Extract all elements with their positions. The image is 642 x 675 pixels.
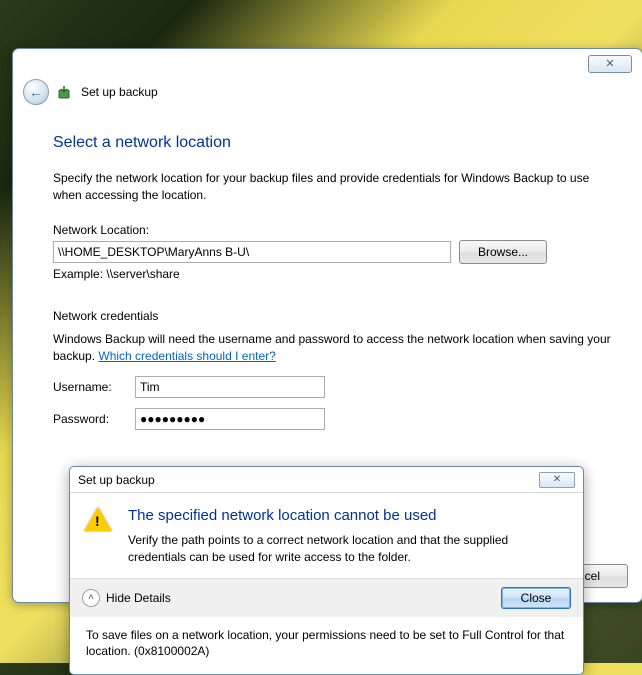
intro-text: Specify the network location for your ba… xyxy=(53,170,614,205)
password-label: Password: xyxy=(53,412,135,426)
password-input[interactable] xyxy=(135,408,325,430)
credentials-help-link[interactable]: Which credentials should I enter? xyxy=(98,349,275,363)
username-label: Username: xyxy=(53,380,135,394)
error-titlebar: Set up backup ✕ xyxy=(70,467,583,493)
content-area: Select a network location Specify the ne… xyxy=(53,134,614,430)
error-heading: The specified network location cannot be… xyxy=(128,507,567,524)
credentials-text: Windows Backup will need the username an… xyxy=(53,331,614,366)
error-close-x[interactable]: ✕ xyxy=(539,472,575,488)
example-text: Example: \\server\share xyxy=(53,267,614,281)
network-location-input[interactable] xyxy=(53,241,451,263)
close-button[interactable]: Close xyxy=(501,587,571,609)
browse-button[interactable]: Browse... xyxy=(459,240,547,264)
arrow-left-icon: ← xyxy=(29,84,43,100)
chevron-up-icon: ˄ xyxy=(82,589,100,607)
username-input[interactable] xyxy=(135,376,325,398)
password-row: Password: xyxy=(53,408,614,430)
titlebar: ← Set up backup xyxy=(23,79,158,105)
warning-icon xyxy=(84,507,114,566)
error-text: Verify the path points to a correct netw… xyxy=(128,532,567,566)
error-details: To save files on a network location, you… xyxy=(70,617,583,675)
window-close-button[interactable]: ✕ xyxy=(588,55,632,73)
location-row: Browse... xyxy=(53,240,614,264)
window-title: Set up backup xyxy=(81,85,158,99)
location-label: Network Location: xyxy=(53,223,614,237)
error-footer: ˄ Hide Details Close xyxy=(70,578,583,617)
page-heading: Select a network location xyxy=(53,134,614,152)
hide-details-label: Hide Details xyxy=(106,591,171,605)
credentials-section: Network credentials Windows Backup will … xyxy=(53,309,614,430)
back-button[interactable]: ← xyxy=(23,79,49,105)
hide-details-toggle[interactable]: ˄ Hide Details xyxy=(82,589,171,607)
error-message-block: The specified network location cannot be… xyxy=(128,507,567,566)
error-body: The specified network location cannot be… xyxy=(70,493,583,578)
username-row: Username: xyxy=(53,376,614,398)
credentials-heading: Network credentials xyxy=(53,309,614,323)
backup-icon xyxy=(57,84,73,100)
error-title: Set up backup xyxy=(78,473,155,487)
error-dialog: Set up backup ✕ The specified network lo… xyxy=(69,466,584,675)
